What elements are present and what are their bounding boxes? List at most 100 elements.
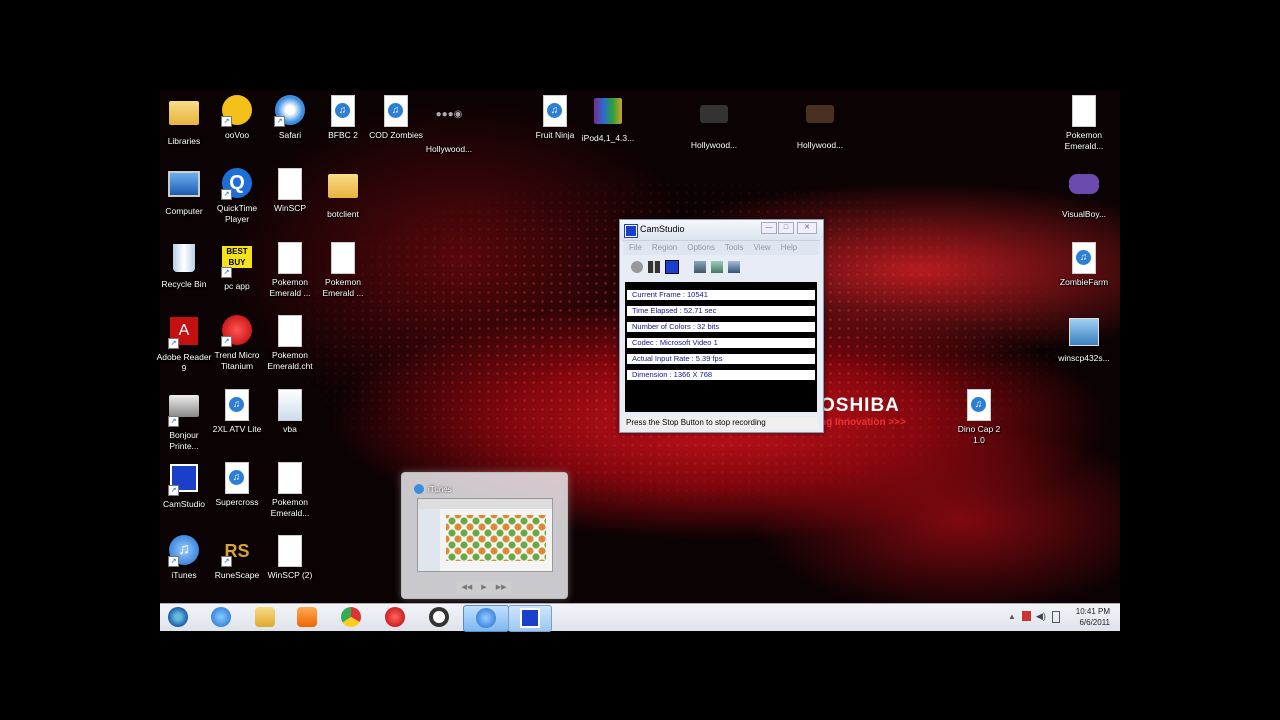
- settings-file-icon: [278, 389, 302, 421]
- previous-icon[interactable]: ◀◀: [462, 581, 473, 594]
- desktop-icon-hollywood-2[interactable]: Hollywood...: [686, 95, 742, 151]
- camstudio-titlebar[interactable]: CamStudio — □ ✕: [620, 220, 823, 240]
- wallpaper-tagline: ng Innovation >>>: [820, 417, 906, 428]
- pause-button[interactable]: [648, 261, 660, 273]
- desktop-icon-bfbc2[interactable]: BFBC 2: [315, 95, 371, 141]
- winrar-archive-icon: [594, 98, 622, 124]
- record-button[interactable]: [631, 261, 643, 273]
- windows-orb-icon: [168, 607, 188, 627]
- desktop-icon-adobe-reader[interactable]: A ↗ Adobe Reader 9: [156, 315, 212, 373]
- taskbar-media-player[interactable]: [288, 605, 326, 630]
- menu-file[interactable]: File: [629, 241, 642, 255]
- ipa-file-icon: [543, 95, 567, 127]
- ipa-file-icon: [225, 462, 249, 494]
- desktop-icon-pokemon-cht[interactable]: Pokemon Emerald.cht: [262, 315, 318, 371]
- itunes-thumbnail-preview[interactable]: iTunes ◀◀ ▶ ▶▶: [401, 472, 568, 599]
- desktop-icon-winscp[interactable]: WinSCP: [262, 168, 318, 214]
- ipa-file-icon: [331, 95, 355, 127]
- desktop-icon-camstudio[interactable]: ↗ CamStudio: [156, 462, 212, 510]
- menu-options[interactable]: Options: [687, 241, 715, 255]
- desktop-icon-libraries[interactable]: Libraries: [156, 95, 212, 147]
- volume-icon[interactable]: ◀): [1036, 611, 1046, 622]
- itunes-window-thumbnail: [417, 498, 553, 572]
- start-button[interactable]: [160, 605, 196, 630]
- clock-icon: [429, 607, 449, 627]
- desktop-icon-computer[interactable]: Computer: [156, 168, 212, 217]
- desktop-icon-dino-cap[interactable]: Dino Cap 2 1.0: [951, 389, 1007, 445]
- desktop-icon-bonjour[interactable]: ↗ Bonjour Printe...: [156, 389, 212, 451]
- next-icon[interactable]: ▶▶: [496, 581, 507, 594]
- desktop-icon-runescape[interactable]: RS ↗ RuneScape: [209, 535, 265, 581]
- show-hidden-icons-chevron-icon[interactable]: ▲: [1008, 612, 1016, 621]
- desktop-icon-safari[interactable]: ↗ Safari: [262, 95, 318, 141]
- desktop-icon-pc-app[interactable]: BEST BUY ↗ pc app: [209, 242, 265, 292]
- document-icon: [331, 242, 355, 274]
- taskbar-ie[interactable]: [202, 605, 240, 630]
- desktop-icon-ipod-firmware[interactable]: iPod4,1_4.3...: [580, 95, 636, 144]
- taskbar-pin-app[interactable]: [376, 605, 414, 630]
- taskbar-camstudio[interactable]: [508, 605, 552, 632]
- stop-button[interactable]: [665, 260, 679, 274]
- desktop-icon-oovoo[interactable]: ↗ ooVoo: [209, 95, 265, 141]
- hollywood-app-icon: [806, 105, 834, 123]
- media-player-icon: [297, 607, 317, 627]
- annotation-icon[interactable]: [711, 261, 723, 273]
- folder-icon: [328, 174, 358, 198]
- desktop-icon-pokemon-emerald-4[interactable]: Pokemon Emerald...: [262, 462, 318, 518]
- desktop-icon-hollywood-3[interactable]: Hollywood...: [792, 95, 848, 151]
- stat-current-frame: Current Frame : 10541: [627, 290, 815, 300]
- desktop-icon-pokemon-emerald-2[interactable]: Pokemon Emerald ...: [262, 242, 318, 298]
- computer-icon: [168, 171, 200, 197]
- taskbar-clock-app[interactable]: [420, 605, 458, 630]
- desktop-icon-winscp-2[interactable]: WinSCP (2): [262, 535, 318, 581]
- taskbar-chrome[interactable]: [332, 605, 370, 630]
- desktop-icon-quicktime[interactable]: Q ↗ QuickTime Player: [209, 168, 265, 224]
- clock-time[interactable]: 10:41 PM: [1076, 607, 1110, 616]
- desktop-icon-vba[interactable]: vba: [262, 389, 318, 435]
- camstudio-app-icon: [624, 224, 638, 238]
- document-icon: [1072, 95, 1096, 127]
- camstudio-window[interactable]: CamStudio — □ ✕ File Region Options Tool…: [619, 219, 824, 433]
- camstudio-status-bar: Press the Stop Button to stop recording: [623, 417, 818, 429]
- folder-icon: [255, 607, 275, 627]
- desktop-icon-supercross[interactable]: Supercross: [209, 462, 265, 508]
- stat-codec: Codec : Microsoft Video 1: [627, 338, 815, 348]
- desktop-icon-winscp-installer[interactable]: winscp432s...: [1056, 315, 1112, 364]
- web-icon[interactable]: [728, 261, 740, 273]
- desktop-icon-cod-zombies[interactable]: COD Zombies: [368, 95, 424, 141]
- minimize-button[interactable]: —: [761, 222, 777, 234]
- camstudio-menubar: File Region Options Tools View Help: [623, 240, 820, 255]
- close-button[interactable]: ✕: [797, 222, 817, 234]
- desktop-icon-fruit-ninja[interactable]: Fruit Ninja: [527, 95, 583, 141]
- desktop-icon-botclient[interactable]: botclient: [315, 168, 371, 220]
- taskbar: ▲ ◀) 10:41 PM 6/6/2011: [160, 603, 1120, 632]
- action-center-flag-icon[interactable]: [1022, 611, 1031, 621]
- desktop-icon-itunes[interactable]: ♫ ↗ iTunes: [156, 535, 212, 581]
- menu-help[interactable]: Help: [781, 241, 797, 255]
- desktop-icon-trend-micro[interactable]: ↗ Trend Micro Titanium: [209, 315, 265, 371]
- desktop-icon-recycle-bin[interactable]: Recycle Bin: [156, 242, 212, 290]
- bestbuy-icon: BEST BUY: [222, 246, 252, 268]
- clock-date[interactable]: 6/6/2011: [1079, 618, 1110, 627]
- maximize-button[interactable]: □: [778, 222, 794, 234]
- desktop-icon-pokemon-emerald-1[interactable]: Pokemon Emerald...: [1056, 95, 1112, 151]
- menu-tools[interactable]: Tools: [725, 241, 744, 255]
- battery-icon[interactable]: [1052, 611, 1060, 623]
- desktop-icon-hollywood-1[interactable]: ●●●◉ Hollywood...: [421, 95, 477, 155]
- options-icon[interactable]: [694, 261, 706, 273]
- stat-dimension: Dimension : 1366 X 768: [627, 370, 815, 380]
- libraries-folder-icon: [169, 101, 199, 125]
- printer-icon: [169, 395, 199, 417]
- camstudio-icon: [520, 608, 540, 628]
- desktop-icon-zombiefarm[interactable]: ZombieFarm: [1056, 242, 1112, 288]
- menu-view[interactable]: View: [754, 241, 771, 255]
- desktop-icon-visualboy[interactable]: VisualBoy...: [1056, 168, 1112, 220]
- document-icon: [278, 535, 302, 567]
- play-icon[interactable]: ▶: [481, 581, 486, 594]
- taskbar-itunes[interactable]: [463, 605, 509, 632]
- desktop-icon-pokemon-emerald-3[interactable]: Pokemon Emerald ...: [315, 242, 371, 298]
- desktop-icon-2xl-atv[interactable]: 2XL ATV Lite: [209, 389, 265, 435]
- taskbar-explorer[interactable]: [246, 605, 284, 630]
- menu-region[interactable]: Region: [652, 241, 677, 255]
- stat-number-of-colors: Number of Colors : 32 bits: [627, 322, 815, 332]
